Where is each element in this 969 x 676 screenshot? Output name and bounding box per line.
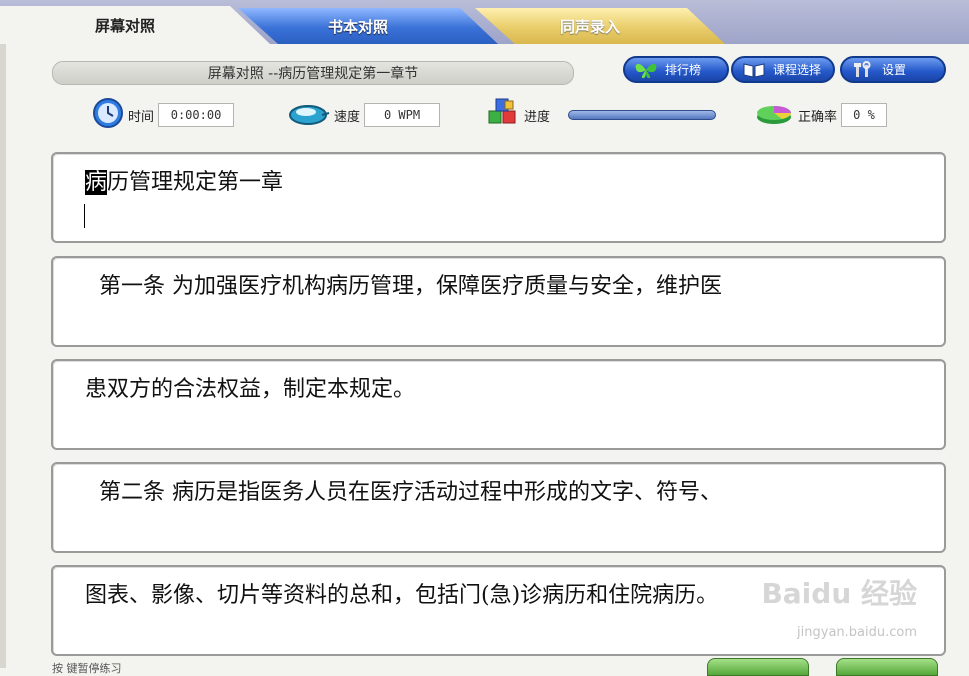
clock-icon — [92, 97, 124, 133]
tab-screen-compare[interactable]: 屏幕对照 — [0, 6, 270, 44]
settings-button[interactable]: 设置 — [840, 56, 946, 83]
butterfly-icon — [633, 61, 659, 79]
line-text: 第一条 为加强医疗机构病历管理，保障医疗质量与安全，维护医 — [85, 274, 722, 299]
typing-input-panel[interactable]: 病历管理规定第一章 — [51, 152, 946, 243]
current-character: 病 — [85, 170, 108, 195]
tab-book-compare[interactable]: 书本对照 — [238, 8, 498, 44]
green-button-right[interactable] — [836, 658, 938, 676]
pie-chart-icon — [754, 97, 794, 133]
line-text: 第二条 病历是指医务人员在医疗活动过程中形成的文字、符号、 — [85, 480, 722, 505]
speed-value: 0 WPM — [364, 103, 441, 127]
window-left-edge — [0, 44, 6, 668]
time-value: 0:00:00 — [158, 103, 235, 127]
hint-text: 按 键暂停练习 — [52, 662, 122, 675]
cubes-icon — [486, 97, 520, 133]
speed-stat: 速度 0 WPM — [286, 97, 441, 133]
line-text: 图表、影像、切片等资料的总和，包括门(急)诊病历和住院病历。 — [85, 583, 719, 608]
time-stat: 时间 0:00:00 — [92, 97, 235, 133]
course-select-button[interactable]: 课程选择 — [731, 56, 835, 83]
book-icon — [741, 61, 767, 79]
watermark-url: jingyan.baidu.com — [797, 625, 917, 640]
lesson-title: 屏幕对照 --病历管理规定第一章节 — [52, 61, 574, 85]
progress-stat: 进度 — [486, 97, 717, 133]
text-caret — [84, 204, 85, 228]
ranking-label: 排行榜 — [665, 63, 702, 77]
text-panel: 第二条 病历是指医务人员在医疗活动过程中形成的文字、符号、 — [51, 462, 946, 553]
mouse-icon — [286, 97, 330, 133]
progress-bar — [568, 110, 717, 120]
green-button-left[interactable] — [707, 658, 809, 676]
tab-label: 屏幕对照 — [94, 16, 155, 35]
settings-label: 设置 — [882, 63, 907, 77]
course-select-label: 课程选择 — [773, 63, 822, 77]
tools-icon — [850, 60, 876, 79]
watermark-logo: Baidu 经验 — [761, 577, 917, 610]
speed-label: 速度 — [334, 109, 361, 125]
ranking-button[interactable]: 排行榜 — [623, 56, 729, 83]
tab-label: 书本对照 — [327, 17, 388, 36]
text-panel: 第一条 为加强医疗机构病历管理，保障医疗质量与安全，维护医 — [51, 256, 946, 347]
line-text: 历管理规定第一章 — [107, 170, 284, 195]
line-text: 患双方的合法权益，制定本规定。 — [85, 377, 416, 402]
text-panel: 患双方的合法权益，制定本规定。 — [51, 359, 946, 450]
time-label: 时间 — [128, 109, 155, 125]
accuracy-label: 正确率 — [798, 109, 838, 125]
progress-label: 进度 — [524, 109, 551, 125]
tab-label: 同声录入 — [559, 17, 620, 36]
accuracy-stat: 正确率 0 % — [754, 97, 888, 133]
accuracy-value: 0 % — [841, 103, 888, 127]
tab-dictation[interactable]: 同声录入 — [475, 8, 725, 44]
typing-line: 病历管理规定第一章 — [85, 164, 283, 196]
